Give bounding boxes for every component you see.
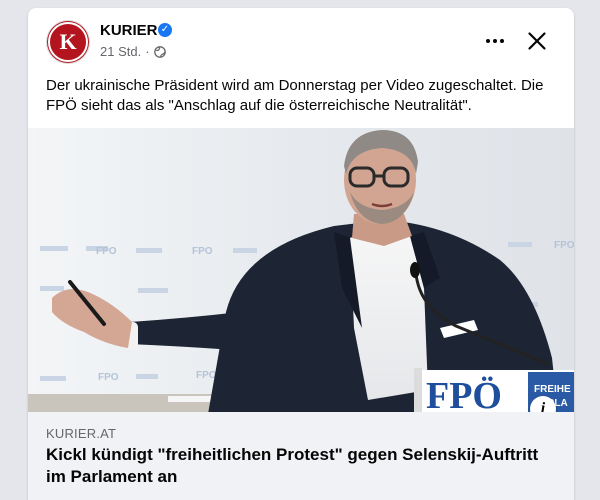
meta-separator: ·	[145, 44, 150, 59]
link-headline: Kickl kündigt "freiheitlichen Protest" g…	[46, 445, 539, 486]
link-preview[interactable]: KURIER.AT Kickl kündigt "freiheitlichen …	[28, 412, 574, 500]
post-card: K KURIER ✓ 21 Std. · Der ukrainische Prä…	[28, 8, 574, 500]
post-time[interactable]: 21 Std.	[100, 44, 141, 59]
post-meta: 21 Std. ·	[100, 44, 166, 59]
press-conference-image: FPO FPO FPO FPO FPO FPÖ FREIHE	[28, 128, 574, 412]
backdrop-logo: FPO	[192, 246, 213, 257]
more-options-icon	[486, 39, 490, 43]
verified-badge-icon: ✓	[158, 23, 172, 37]
backdrop-logo: FPO	[196, 370, 217, 381]
link-domain: KURIER.AT	[46, 426, 117, 441]
post-caption: Der ukrainische Präsident wird am Donner…	[46, 77, 544, 114]
more-options-button[interactable]	[480, 26, 510, 56]
backdrop-logo: FPO	[98, 372, 119, 383]
globe-icon	[153, 45, 166, 58]
fpo-sign-text: FPÖ	[426, 375, 502, 412]
post-header: K KURIER ✓ 21 Std. ·	[28, 8, 574, 72]
post-photo[interactable]: FPO FPO FPO FPO FPO FPÖ FREIHE	[28, 128, 574, 412]
sign-side-text: FREIHE	[534, 384, 571, 395]
kurier-logo: K	[48, 22, 88, 62]
page-name[interactable]: KURIER	[100, 22, 158, 39]
more-options-dot	[493, 39, 497, 43]
more-options-dot	[500, 39, 504, 43]
backdrop-logo: FPO	[554, 240, 574, 251]
page-avatar[interactable]: K	[46, 20, 90, 64]
backdrop-logo: FPO	[96, 246, 117, 257]
close-icon[interactable]	[522, 26, 552, 56]
